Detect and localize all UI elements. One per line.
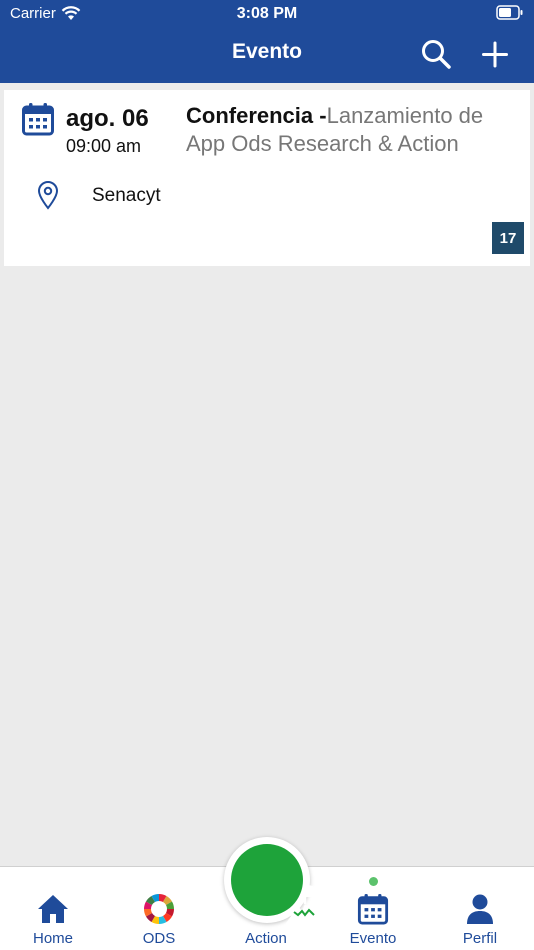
tab-perfil[interactable]: Perfil [427,867,533,950]
tab-ods-label: ODS [142,930,176,947]
bottom-tab-bar: Home ODS Action Evento Perfil [0,837,534,950]
tab-evento-label: Evento [349,930,397,947]
event-date: ago. 06 [66,105,149,132]
event-type: Conferencia - [186,103,327,128]
tab-ods[interactable]: ODS [106,867,212,950]
event-card[interactable]: ago. 06 09:00 am Conferencia -Lanzamient… [4,90,530,266]
event-badge: 17 [492,222,524,254]
search-button[interactable] [420,38,454,72]
home-icon [38,895,68,923]
tab-home-label: Home [32,930,73,947]
event-title: Conferencia -Lanzamiento de App Ods Rese… [186,102,526,158]
tab-evento[interactable]: Evento [320,867,426,950]
search-icon [422,40,451,69]
person-icon [467,894,493,924]
event-location: Senacyt [92,185,161,206]
app-header: Carrier 3:08 PM Evento [0,0,534,83]
action-button[interactable] [224,837,324,926]
plus-icon [482,41,508,68]
battery-icon [496,5,524,24]
active-tab-indicator [369,877,378,886]
calendar-icon [22,103,54,136]
map-pin-icon [37,181,59,210]
add-event-button[interactable] [480,38,510,72]
tab-home[interactable]: Home [0,867,106,950]
ods-wheel-icon [143,894,175,924]
event-time: 09:00 am [66,136,142,156]
calendar-icon [357,893,389,925]
tab-action[interactable]: Action [213,837,324,950]
tab-action-label: Action [245,930,287,947]
tab-perfil-label: Perfil [462,930,498,947]
status-bar: Carrier 3:08 PM [0,0,534,28]
status-time: 3:08 PM [236,5,298,22]
